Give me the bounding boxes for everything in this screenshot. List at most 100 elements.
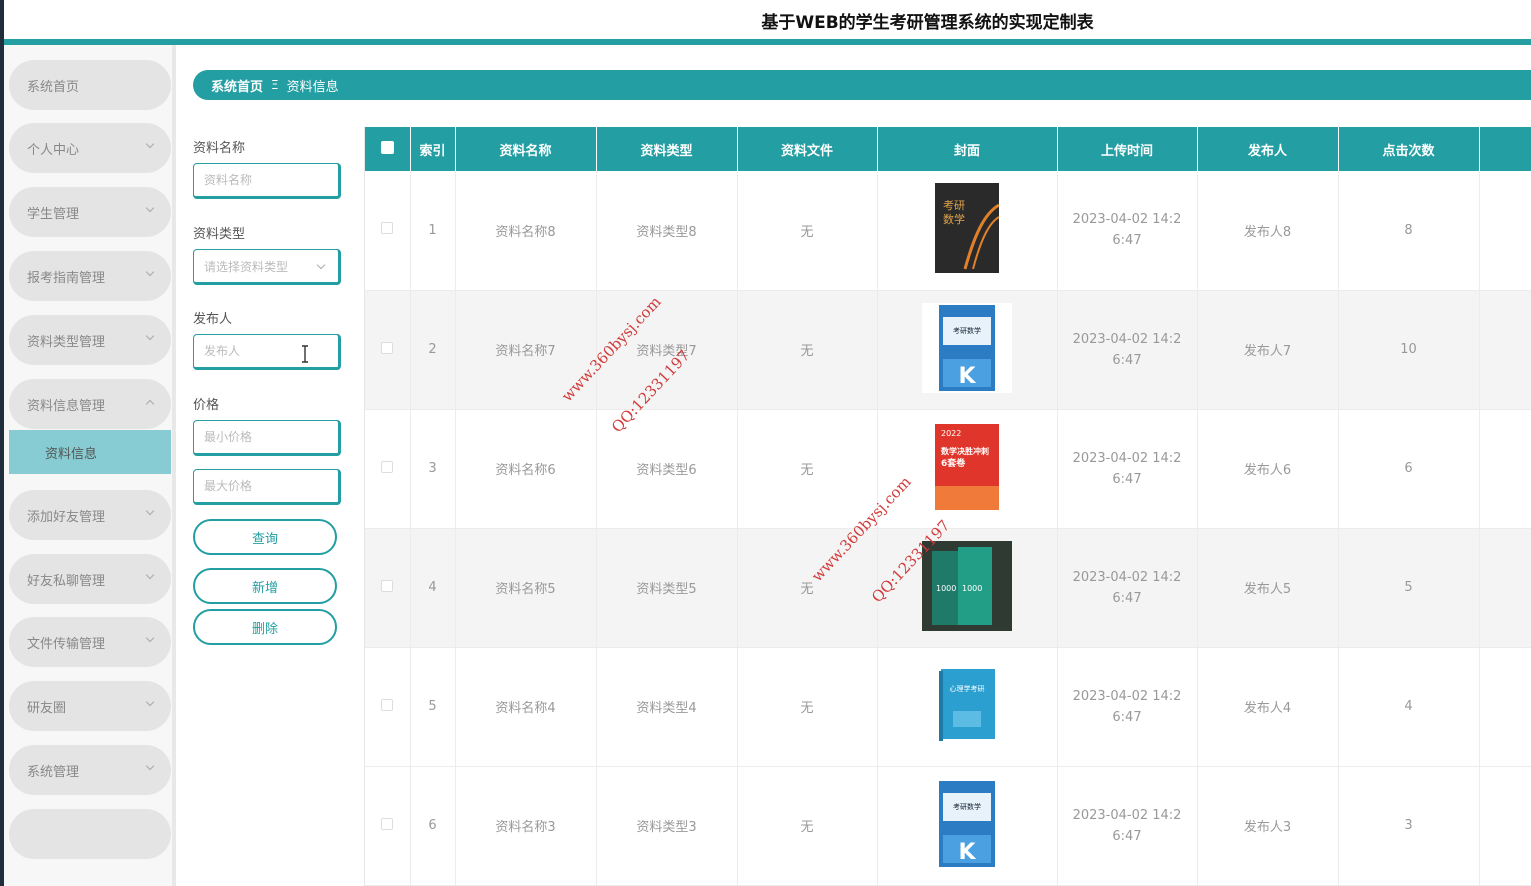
chevron-down-icon [145,697,155,707]
sidebar-item-home[interactable]: 系统首页 [9,60,171,110]
column-header-type[interactable]: 资料类型 [596,127,738,171]
column-header-name[interactable]: 资料名称 [455,127,597,171]
column-header-clicks[interactable]: 点击次数 [1338,127,1480,171]
cell-name: 资料名称3 [455,766,597,886]
cell-file: 无 [737,647,878,767]
sidebar-item-personal[interactable]: 个人中心 [9,123,171,173]
sidebar-item-label: 学生管理 [27,206,80,222]
column-header-cover[interactable]: 封面 [877,127,1058,171]
cover-text: 1000 [936,584,956,593]
cell-time: 2023-04-02 14:26:47 [1057,409,1198,529]
sidebar-item-material-types[interactable]: 资料类型管理 [9,315,171,365]
chevron-down-icon [145,331,155,341]
breadcrumb-separator-icon: Ξ [271,78,279,92]
column-header-index[interactable]: 索引 [410,127,456,171]
sidebar-item-add-friend[interactable]: 添加好友管理 [9,490,171,540]
chevron-down-icon [145,633,155,643]
table-row[interactable]: 2 资料名称7 资料类型7 无 考研数学 K 2023-04-02 14:26:… [365,290,1531,410]
cell-name: 资料名称6 [455,409,597,529]
row-checkbox[interactable] [381,460,394,473]
sidebar-item-guide[interactable]: 报考指南管理 [9,251,171,301]
max-price-input[interactable] [193,469,341,505]
cover-image[interactable]: 考研数学 K [922,778,1012,869]
cell-clicks: 5 [1338,528,1480,648]
cover-text: 考研数学 [953,802,981,811]
cell-clicks: 8 [1338,171,1480,291]
chevron-down-icon [145,203,155,213]
chevron-up-icon [145,399,155,409]
sidebar-item-file-transfer[interactable]: 文件传输管理 [9,617,171,667]
cell-type: 资料类型5 [596,528,738,648]
sidebar-item-partial[interactable] [9,809,171,859]
sidebar-item-label: 系统管理 [27,764,80,780]
header-accent-bar [4,39,1531,45]
cell-actions [1479,409,1531,529]
chevron-down-icon [145,139,155,149]
cell-clicks: 6 [1338,409,1480,529]
sidebar-item-label: 报考指南管理 [27,270,106,286]
sidebar-item-label: 资料信息管理 [27,398,106,414]
row-checkbox[interactable] [381,341,394,354]
cell-time: 2023-04-02 14:26:47 [1057,647,1198,767]
table-row[interactable]: 4 资料名称5 资料类型5 无 1000 1000 2023-04-02 14:… [365,528,1531,648]
cover-text: 6套卷 [941,457,966,469]
cover-image[interactable]: 考研数学 K [922,302,1012,393]
name-filter-input[interactable] [193,163,341,199]
cell-type: 资料类型8 [596,171,738,291]
cell-file: 无 [737,409,878,529]
delete-button[interactable]: 删除 [193,609,337,645]
sidebar-item-material-info[interactable]: 资料信息管理 [9,379,171,429]
cell-publisher: 发布人4 [1197,647,1339,767]
cover-text: 考研 [943,199,965,212]
cell-cover: 心理学考研 [877,647,1058,767]
sidebar: 系统首页 个人中心 学生管理 报考指南管理 资料类型管理 资料信息管理 资料信息… [4,45,176,886]
cell-publisher: 发布人8 [1197,171,1339,291]
row-checkbox[interactable] [381,817,394,830]
table-row[interactable]: 1 资料名称8 资料类型8 无 考研 数学 2023-04-02 14:26:4… [365,171,1531,291]
upload-time: 2023-04-02 14:26:47 [1072,331,1182,368]
table-row[interactable]: 3 资料名称6 资料类型6 无 2022 数学决胜冲刺 6套卷 2023-04-… [365,409,1531,529]
select-all-checkbox[interactable] [380,140,394,154]
cell-cover: 2022 数学决胜冲刺 6套卷 [877,409,1058,529]
publisher-filter-input[interactable] [193,334,341,370]
min-price-input[interactable] [193,420,341,456]
name-filter-label: 资料名称 [193,141,246,156]
cover-image[interactable]: 心理学考研 [939,668,995,741]
select-all-cell [365,127,411,171]
row-checkbox[interactable] [381,698,394,711]
table-row[interactable]: 5 资料名称4 资料类型4 无 心理学考研 2023-04-02 14:26:4… [365,647,1531,767]
sidebar-item-system[interactable]: 系统管理 [9,745,171,795]
column-header-actions [1479,127,1531,171]
sidebar-subitem-material-info[interactable]: 资料信息 [9,430,171,474]
add-button[interactable]: 新增 [193,568,337,604]
cover-text: 数学 [943,212,965,226]
query-button[interactable]: 查询 [193,519,337,555]
table-row[interactable]: 6 资料名称3 资料类型3 无 考研数学 K 2023-04-02 14:26:… [365,766,1531,886]
cover-image[interactable]: 考研 数学 [935,183,999,274]
sidebar-item-label: 文件传输管理 [27,636,106,652]
cell-publisher: 发布人5 [1197,528,1339,648]
cover-text: K [958,364,976,389]
upload-time: 2023-04-02 14:26:47 [1072,807,1182,844]
top-header: 基于WEB的学生考研管理系统的实现定制表 [4,0,1531,40]
cell-actions [1479,766,1531,886]
cover-image[interactable]: 2022 数学决胜冲刺 6套卷 [935,423,999,510]
cell-publisher: 发布人7 [1197,290,1339,410]
cover-image[interactable]: 1000 1000 [922,540,1012,631]
cell-cover: 考研 数学 [877,171,1058,291]
sidebar-item-private-chat[interactable]: 好友私聊管理 [9,554,171,604]
breadcrumb-home[interactable]: 系统首页 [211,76,263,95]
cell-index: 4 [410,528,456,648]
row-checkbox[interactable] [381,222,394,235]
upload-time: 2023-04-02 14:26:47 [1072,688,1182,725]
type-filter-select[interactable]: 请选择资料类型 [193,249,341,285]
column-header-file[interactable]: 资料文件 [737,127,878,171]
sidebar-item-students[interactable]: 学生管理 [9,187,171,237]
row-checkbox[interactable] [381,579,394,592]
sidebar-subitem-label: 资料信息 [45,446,98,462]
column-header-publisher[interactable]: 发布人 [1197,127,1339,171]
column-header-time[interactable]: 上传时间 [1057,127,1198,171]
upload-time: 2023-04-02 14:26:47 [1072,569,1182,606]
sidebar-item-study-circle[interactable]: 研友圈 [9,681,171,731]
cell-cover: 考研数学 K [877,766,1058,886]
